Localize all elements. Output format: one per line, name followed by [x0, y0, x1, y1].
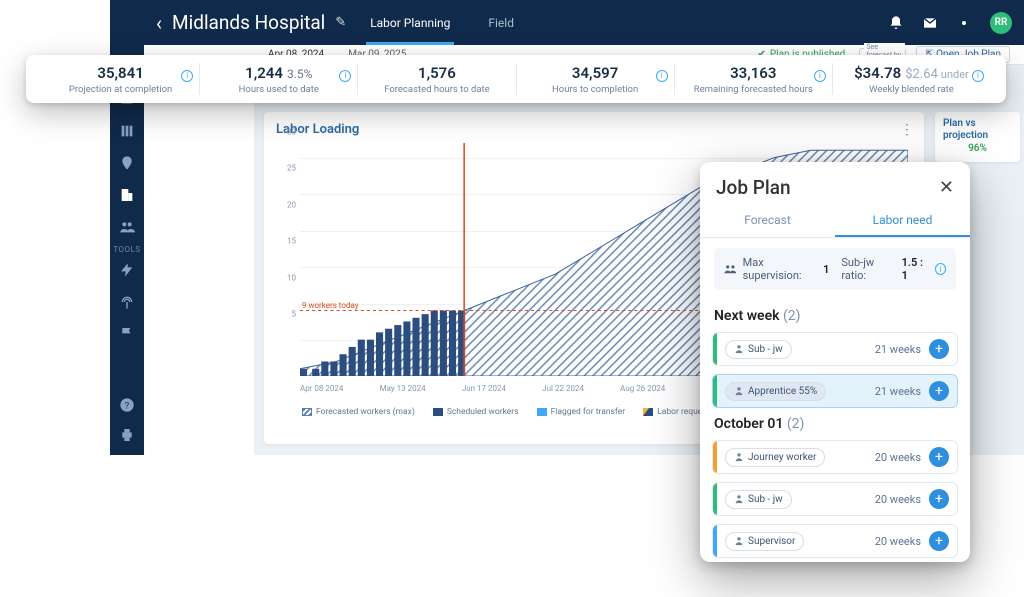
- back-button[interactable]: ‹: [156, 11, 162, 35]
- stripe: [713, 483, 717, 515]
- kpi-item: 34,597Hours to completioni: [517, 64, 674, 95]
- chart-menu-icon[interactable]: ⋮: [900, 122, 914, 138]
- top-tabs: Labor Planning Field: [366, 0, 518, 45]
- legend-scheduled-swatch: [433, 408, 443, 416]
- gear-icon[interactable]: [956, 15, 972, 31]
- stripe: [713, 375, 717, 407]
- job-plan-row[interactable]: Sub - jw 21 weeks +: [712, 332, 958, 366]
- stripe: [713, 441, 717, 473]
- people-icon: [724, 263, 737, 275]
- close-icon[interactable]: ✕: [939, 177, 954, 198]
- kpi-strip: 35,841Projection at completioni1,2443.5%…: [26, 55, 1006, 103]
- legend-requests-swatch: [643, 408, 653, 416]
- stripe: [713, 525, 717, 557]
- add-button[interactable]: +: [929, 339, 949, 359]
- tab-labor-need[interactable]: Labor need: [835, 205, 970, 237]
- job-plan-meta: Max supervision: 1 Sub-jw ratio: 1.5 : 1…: [714, 248, 956, 290]
- role-chip: Sub - jw: [725, 490, 792, 509]
- weeks-label: 20 weeks: [875, 535, 921, 548]
- workers-today-label: 9 workers today: [302, 301, 359, 310]
- add-button[interactable]: +: [929, 447, 949, 467]
- weeks-label: 21 weeks: [875, 385, 921, 398]
- mail-icon[interactable]: [922, 15, 938, 31]
- info-icon[interactable]: i: [339, 70, 351, 82]
- job-plan-row[interactable]: Sub - jw 20 weeks +: [712, 482, 958, 516]
- plan-vs-projection-card: Plan vs projection 96%: [935, 112, 1020, 162]
- job-plan-tabs: Forecast Labor need: [700, 205, 970, 238]
- info-icon[interactable]: i: [972, 70, 984, 82]
- job-plan-row[interactable]: Supervisor 20 weeks +: [712, 524, 958, 558]
- edit-icon[interactable]: ✎: [335, 15, 346, 30]
- info-icon[interactable]: i: [181, 70, 193, 82]
- tab-forecast[interactable]: Forecast: [700, 205, 835, 237]
- legend-flagged-swatch: [537, 408, 547, 416]
- add-button[interactable]: +: [929, 489, 949, 509]
- tab-labor-planning[interactable]: Labor Planning: [366, 0, 454, 45]
- info-icon[interactable]: i: [814, 70, 826, 82]
- job-plan-list[interactable]: Next week (2) Sub - jw 21 weeks + Appren…: [700, 300, 970, 562]
- kpi-item: 33,163Remaining forecasted hoursi: [675, 64, 832, 95]
- tab-field[interactable]: Field: [484, 0, 518, 45]
- job-plan-panel: Job Plan ✕ Forecast Labor need Max super…: [700, 162, 970, 562]
- app-topbar: ‹ Midlands Hospital ✎ Labor Planning Fie…: [110, 0, 1024, 45]
- weeks-label: 21 weeks: [875, 343, 921, 356]
- role-chip: Journey worker: [725, 448, 825, 467]
- job-plan-section-title: Next week (2): [714, 308, 956, 324]
- project-title: Midlands Hospital: [172, 11, 325, 34]
- legend-forecast-swatch: [302, 408, 312, 416]
- weeks-label: 20 weeks: [875, 451, 921, 464]
- kpi-item: 35,841Projection at completioni: [42, 64, 199, 95]
- info-icon[interactable]: i: [656, 70, 668, 82]
- kpi-item: 1,2443.5%Hours used to datei: [200, 64, 357, 95]
- info-icon[interactable]: i: [935, 263, 946, 275]
- role-chip: Supervisor: [725, 532, 804, 551]
- add-button[interactable]: +: [929, 531, 949, 551]
- job-plan-title: Job Plan: [716, 176, 791, 199]
- stripe: [713, 333, 717, 365]
- job-plan-row[interactable]: Apprentice 55% 21 weeks +: [712, 374, 958, 408]
- add-button[interactable]: +: [929, 381, 949, 401]
- kpi-item: 1,576Forecasted hours to date: [358, 64, 515, 95]
- weeks-label: 20 weeks: [875, 493, 921, 506]
- bell-icon[interactable]: [888, 15, 904, 31]
- job-plan-section-title: October 01 (2): [714, 416, 956, 432]
- role-chip: Apprentice 55%: [725, 382, 826, 401]
- job-plan-row[interactable]: Journey worker 20 weeks +: [712, 440, 958, 474]
- kpi-item: $34.78$2.64underWeekly blended ratei: [833, 64, 990, 95]
- avatar[interactable]: RR: [990, 12, 1012, 34]
- role-chip: Sub - jw: [725, 340, 792, 359]
- chart-title: Labor Loading: [276, 122, 912, 137]
